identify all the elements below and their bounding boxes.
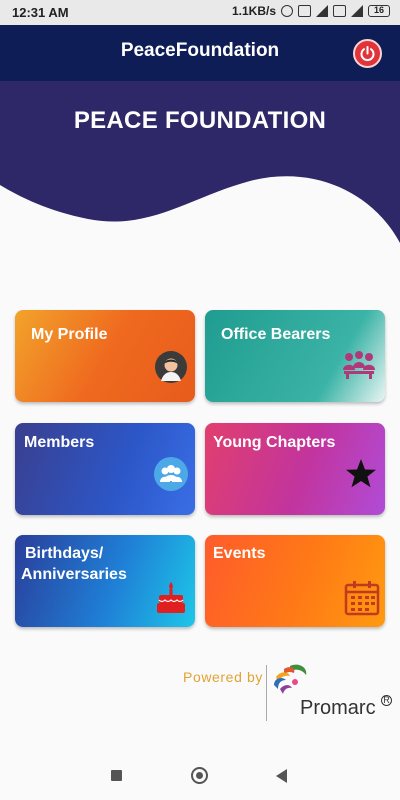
network-speed: 1.1KB/s <box>231 4 276 18</box>
signal-icon <box>316 5 328 17</box>
star-icon <box>346 459 376 488</box>
avatar-icon <box>155 351 187 383</box>
signal-4g-icon <box>351 5 363 17</box>
group-icon <box>343 351 375 379</box>
tile-members[interactable]: Members <box>15 423 195 515</box>
power-icon <box>360 46 375 61</box>
powered-by-label: Powered by <box>183 669 263 685</box>
system-nav-bar <box>0 752 400 800</box>
app-bar: PeaceFoundation <box>0 25 400 81</box>
battery-icon: 16 <box>368 5 390 17</box>
alarm-icon <box>281 5 293 17</box>
cake-icon <box>157 582 185 613</box>
calendar-icon <box>344 581 380 616</box>
tile-my-profile[interactable]: My Profile <box>15 310 195 402</box>
tile-label: Members <box>24 434 95 451</box>
recent-apps-square-icon[interactable] <box>111 770 122 781</box>
status-bar: 12:31 AM 1.1KB/s 16 <box>0 0 400 25</box>
app-title: PeaceFoundation <box>120 40 280 61</box>
volte-icon <box>298 5 311 17</box>
home-circle-icon[interactable] <box>191 767 208 784</box>
brand-divider <box>266 665 267 721</box>
members-icon <box>154 457 188 491</box>
tile-label-line1: Birthdays/ <box>25 545 104 562</box>
tile-birthdays-anniversaries[interactable]: Birthdays/ Anniversaries <box>15 535 195 627</box>
tile-label: Office Bearers <box>221 326 331 343</box>
tile-label: Young Chapters <box>213 434 336 451</box>
header-title: PEACE FOUNDATION <box>73 107 327 134</box>
power-button[interactable] <box>353 39 382 68</box>
tile-label: Events <box>213 545 266 562</box>
brand-name: Promarc <box>300 697 376 719</box>
status-icons: 1.1KB/s 16 <box>232 4 390 18</box>
tile-office-bearers[interactable]: Office Bearers <box>205 310 385 402</box>
tile-label-line2: Anniversaries <box>21 566 127 583</box>
back-triangle-icon[interactable] <box>276 769 287 783</box>
tile-events[interactable]: Events <box>205 535 385 627</box>
app-screen: 12:31 AM 1.1KB/s 16 PeaceFoundation PEAC… <box>0 0 400 800</box>
registered-mark: R <box>381 695 392 706</box>
tile-label: My Profile <box>31 326 108 343</box>
tile-young-chapters[interactable]: Young Chapters <box>205 423 385 515</box>
promarc-logo-icon <box>274 664 307 694</box>
status-time: 12:31 AM <box>12 5 69 20</box>
volte-2-icon <box>333 5 346 17</box>
